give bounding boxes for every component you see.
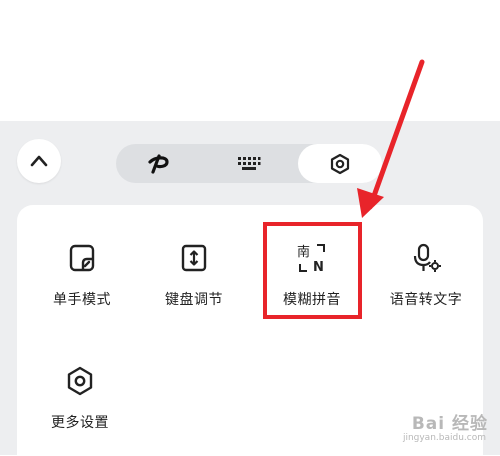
watermark-site: jingyan.baidu.com [402,433,486,443]
watermark-brand: Bai 经验 [411,414,488,434]
annotation-arrow [357,59,425,218]
baidu-jingyan-watermark: Bai 经验 jingyan.baidu.com [372,409,492,449]
